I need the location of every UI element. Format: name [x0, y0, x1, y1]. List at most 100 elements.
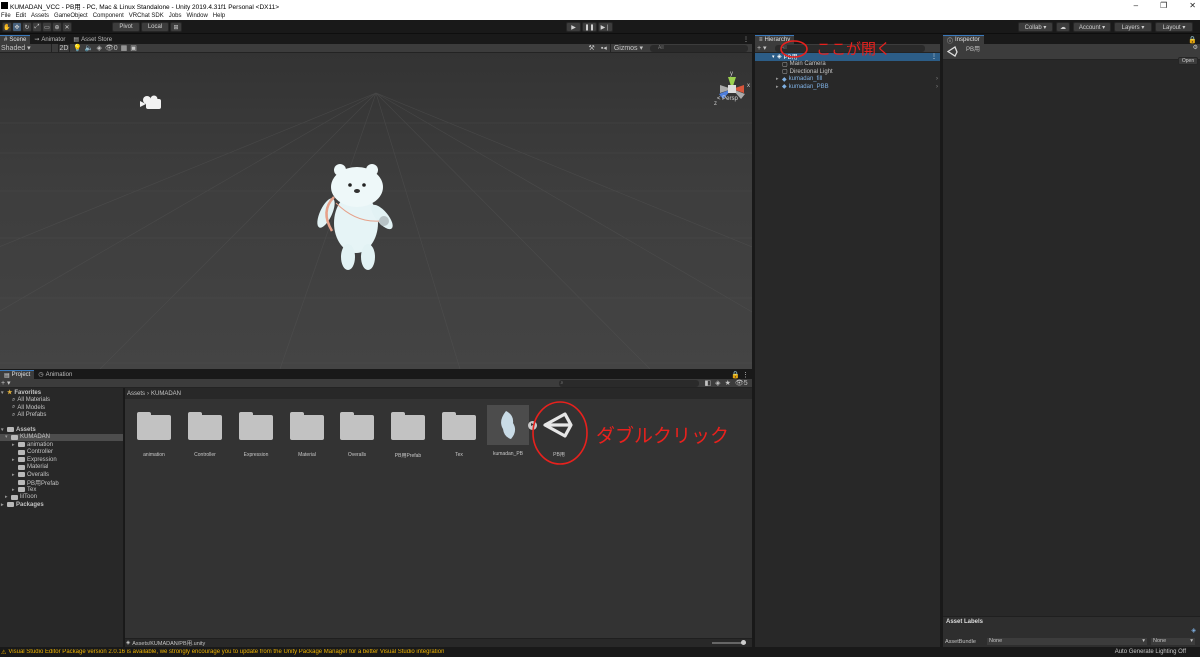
tab-inspector[interactable]: ⓘ Inspector	[943, 35, 984, 45]
menu-help[interactable]: Help	[213, 13, 225, 19]
close-button[interactable]: ✕	[1189, 1, 1196, 10]
tab-animation[interactable]: ◷ Animation	[34, 370, 76, 379]
favorite-item[interactable]: ⌕ All Materials	[0, 397, 123, 405]
scale-tool-icon[interactable]: ⤢	[32, 22, 42, 32]
scene-view[interactable]: y x z < Persp	[0, 53, 752, 369]
transform-tool-icon[interactable]: ⊕	[52, 22, 62, 32]
hidden-packages-icon[interactable]: 👁	[735, 379, 744, 387]
menu-assets[interactable]: Assets	[31, 13, 49, 19]
asset-tile[interactable]: Material	[290, 412, 328, 458]
camera-settings-icon[interactable]: ▪◂	[601, 44, 607, 52]
search-by-type-icon[interactable]: ◧	[705, 379, 712, 387]
project-add-button[interactable]: + ▾	[0, 379, 11, 387]
favorite-star-icon[interactable]: ★	[725, 379, 731, 387]
asset-tile[interactable]: Overalls	[340, 412, 378, 458]
hierarchy-add-button[interactable]: + ▾	[755, 44, 769, 52]
tree-folder[interactable]: Material	[0, 464, 123, 472]
maximize-button[interactable]: ❐	[1160, 1, 1167, 10]
open-button[interactable]: Open	[1178, 57, 1198, 65]
favorite-item[interactable]: ⌕ All Models	[0, 404, 123, 412]
collab-dropdown[interactable]: Collab ▾	[1018, 22, 1053, 32]
orientation-gizmo[interactable]: y x z	[710, 67, 752, 111]
local-toggle[interactable]: Local	[141, 22, 169, 32]
asset-tile[interactable]: animation	[137, 412, 175, 458]
panel-menu-icon[interactable]: ⋮	[743, 36, 752, 43]
tree-folder[interactable]: ▸ Expression	[0, 456, 123, 464]
inspector-lock-icon[interactable]: 🔒	[1188, 36, 1200, 44]
project-search-input[interactable]: ⌕	[558, 379, 699, 387]
tools-icon[interactable]: ⚒	[589, 44, 595, 52]
pause-button-icon[interactable]: ❚❚	[582, 22, 597, 32]
2d-toggle[interactable]: 2D	[58, 43, 70, 53]
cloud-icon[interactable]: ☁	[1056, 22, 1070, 32]
tab-asset-store[interactable]: ▤ Asset Store	[69, 35, 116, 44]
shading-mode-dropdown[interactable]: Shaded ▾	[0, 44, 52, 52]
account-dropdown[interactable]: Account ▾	[1073, 22, 1111, 32]
hierarchy-item[interactable]: ▢ Directional Light	[755, 68, 940, 76]
menu-gameobject[interactable]: GameObject	[54, 13, 88, 19]
hierarchy-item[interactable]: ▸ ◆ kumadan_fill ›	[755, 76, 940, 84]
rotate-tool-icon[interactable]: ↻	[22, 22, 32, 32]
audio-toggle-icon[interactable]: 🔈	[85, 44, 94, 52]
tab-scene[interactable]: # Scene	[0, 35, 31, 44]
tree-folder[interactable]: ▸ Overalls	[0, 471, 123, 479]
tree-kumadan[interactable]: ▾ KUMADAN	[0, 433, 123, 441]
layers-dropdown[interactable]: Layers ▾	[1114, 22, 1152, 32]
minimize-button[interactable]: –	[1134, 1, 1138, 10]
tree-assets[interactable]: ▾ Assets	[0, 426, 123, 434]
tab-project[interactable]: ▤ Project	[0, 370, 35, 379]
slider-handle[interactable]	[741, 640, 746, 645]
search-by-label-icon[interactable]: ◈	[715, 379, 720, 387]
breadcrumb-assets[interactable]: Assets	[127, 391, 145, 397]
asset-tile[interactable]: PB用Prefab	[391, 412, 429, 459]
menu-file[interactable]: File	[1, 13, 11, 19]
hierarchy-item[interactable]: ▢ Main Camera	[755, 61, 940, 69]
favorite-item[interactable]: ⌕ All Prefabs	[0, 412, 123, 420]
inspector-settings-icon[interactable]: ⚙	[1193, 44, 1198, 51]
hierarchy-item[interactable]: ▸ ◆ kumadan_PBB ›	[755, 83, 940, 91]
favorites-header[interactable]: ▾ ★ Favorites	[0, 389, 123, 397]
asset-tile[interactable]: Controller	[188, 412, 226, 458]
custom-tool-icon[interactable]: ✕	[62, 22, 72, 32]
asset-tile[interactable]: Tex	[442, 412, 480, 458]
step-button-icon[interactable]: ▶❘	[598, 22, 613, 32]
lighting-toggle-icon[interactable]: 💡	[73, 44, 82, 52]
assetbundle-name-dropdown[interactable]: None ▾	[987, 638, 1147, 645]
view-options-icon[interactable]: ▣	[130, 44, 137, 52]
menu-edit[interactable]: Edit	[16, 13, 26, 19]
menu-component[interactable]: Component	[93, 13, 124, 19]
kumadan-bear-avatar[interactable]	[312, 161, 402, 273]
menu-jobs[interactable]: Jobs	[169, 13, 182, 19]
asset-tile[interactable]: Expression	[239, 412, 277, 458]
pivot-toggle[interactable]: Pivot	[112, 22, 140, 32]
rect-tool-icon[interactable]: ▭	[42, 22, 52, 32]
lighting-status[interactable]: Auto Generate Lighting Off	[1115, 649, 1186, 655]
hidden-objects-icon[interactable]: 👁	[105, 44, 114, 52]
scene-search-input[interactable]: All	[650, 44, 748, 52]
grid-snap-icon[interactable]: ⊞	[170, 22, 182, 32]
tree-folder[interactable]: PB用Prefab	[0, 479, 123, 487]
tree-liltoon[interactable]: ▸ lilToon	[0, 494, 123, 502]
tree-folder[interactable]: Controller	[0, 449, 123, 457]
menu-window[interactable]: Window	[186, 13, 207, 19]
icon-size-slider[interactable]	[712, 640, 746, 645]
tree-folder[interactable]: ▸ Tex	[0, 486, 123, 494]
camera-gizmo-icon[interactable]	[140, 95, 166, 111]
hand-tool-icon[interactable]: ✋	[2, 22, 12, 32]
labels-tag-icon[interactable]: ◈	[1191, 627, 1196, 634]
perspective-toggle[interactable]: < Persp	[717, 96, 738, 102]
tree-packages[interactable]: ▸ Packages	[0, 501, 123, 509]
gizmos-dropdown[interactable]: Gizmos ▾	[609, 44, 646, 52]
breadcrumb-kumadan[interactable]: KUMADAN	[151, 391, 181, 397]
open-prefab-icon[interactable]: ›	[936, 84, 940, 90]
tree-folder[interactable]: ▸ animation	[0, 441, 123, 449]
assetbundle-variant-dropdown[interactable]: None ▾	[1151, 638, 1195, 645]
status-message[interactable]: Visual Studio Editor Package version 2.0…	[8, 649, 444, 655]
layout-dropdown[interactable]: Layout ▾	[1155, 22, 1193, 32]
move-tool-icon[interactable]: ✥	[12, 22, 22, 32]
play-button-icon[interactable]: ▶	[566, 22, 581, 32]
open-prefab-icon[interactable]: ›	[936, 76, 940, 82]
menu-vrchat-sdk[interactable]: VRChat SDK	[129, 13, 164, 19]
effects-toggle-icon[interactable]: ◈	[96, 44, 101, 52]
project-menu-icon[interactable]: 🔒 ⋮	[731, 371, 752, 379]
